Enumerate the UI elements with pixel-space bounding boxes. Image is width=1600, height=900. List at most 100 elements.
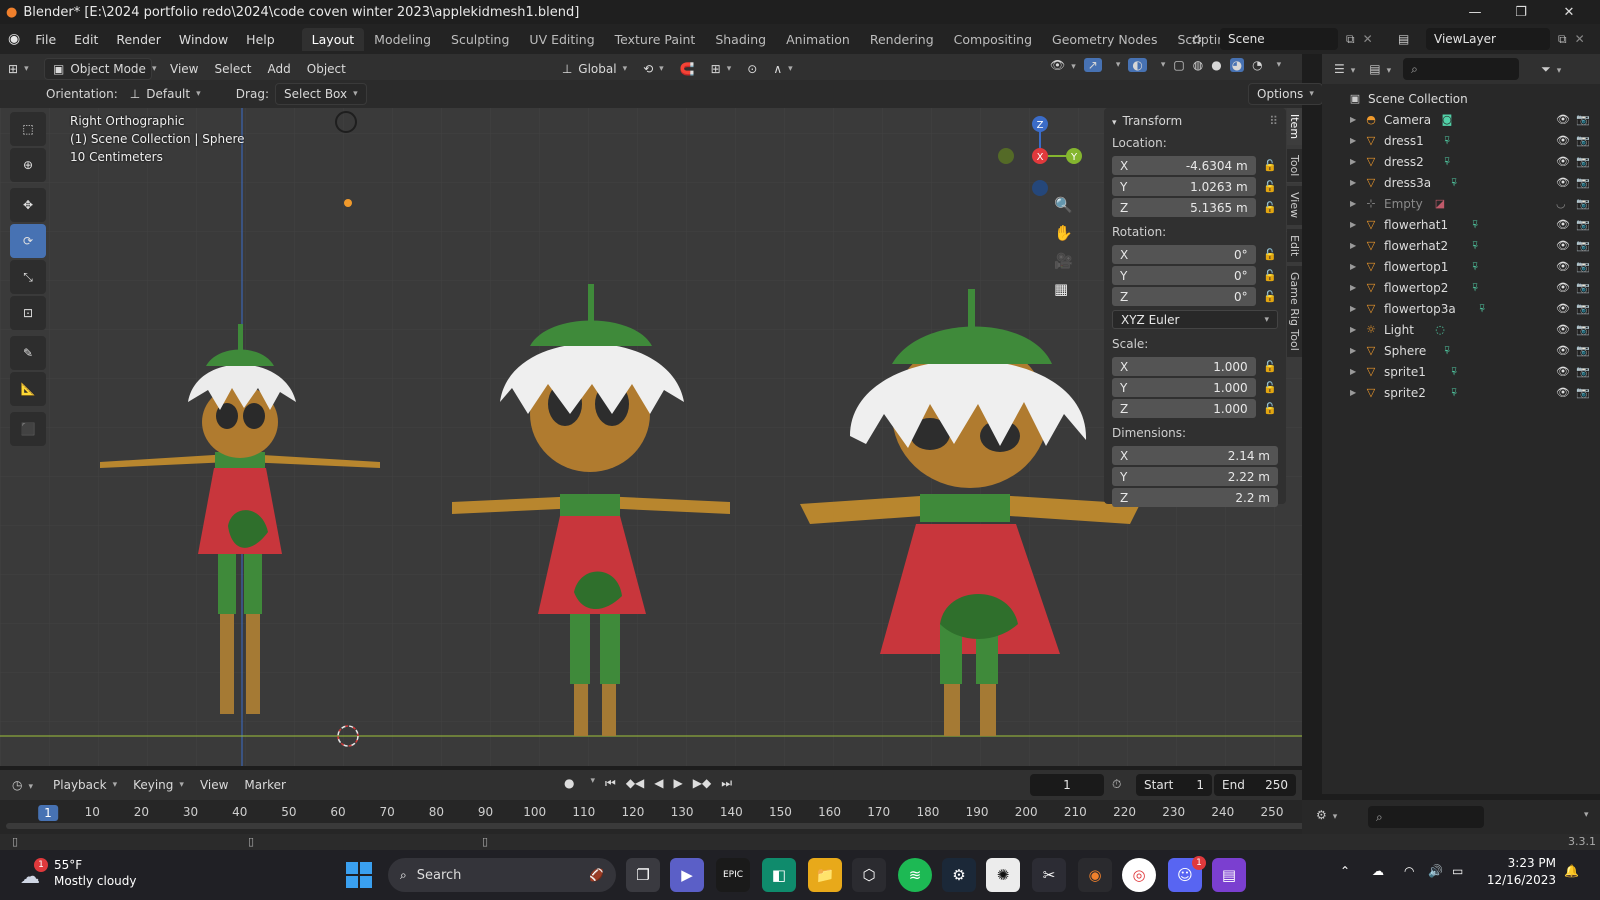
start-button[interactable] [346, 862, 372, 888]
system-tray-chevron-icon[interactable]: ⌃ [1340, 864, 1350, 878]
eye-icon[interactable]: ◡ [1556, 197, 1566, 210]
clipchamp-icon[interactable]: ▤ [1212, 858, 1246, 892]
lock-icon[interactable]: 🔓 [1262, 180, 1278, 193]
frame-tick-label[interactable]: 30 [183, 805, 198, 819]
notification-bell-icon[interactable]: 🔔 [1564, 864, 1579, 878]
menu-file[interactable]: File [26, 32, 65, 47]
outliner-row-flowertop3a[interactable]: ▶ ▽ flowertop3a ⍫ 👁 📷 [1322, 298, 1600, 319]
transform-tool-icon[interactable]: ⊡ [10, 296, 46, 330]
perspective-grid-icon[interactable]: ▦ [1054, 280, 1073, 298]
eye-icon[interactable]: 👁 [1556, 344, 1570, 357]
expand-toggle-icon[interactable]: ▶ [1350, 157, 1356, 166]
snap-toggle-icon[interactable]: 🧲 [672, 58, 703, 80]
tab-uv-editing[interactable]: UV Editing [519, 28, 604, 51]
frame-tick-label[interactable]: 50 [281, 805, 296, 819]
blender-taskbar-icon[interactable]: ◉ [1078, 858, 1112, 892]
spotify-icon[interactable]: ≋ [898, 858, 932, 892]
material-shading-icon[interactable]: ◕ [1229, 58, 1245, 72]
menu-marker[interactable]: Marker [236, 774, 293, 796]
eye-icon[interactable]: 👁 [1556, 323, 1570, 336]
frame-tick-label[interactable]: 200 [1015, 805, 1038, 819]
menu-keying[interactable]: Keying ▾ [125, 774, 192, 796]
scale-tool-icon[interactable]: ⤡ [10, 260, 46, 294]
render-camera-icon[interactable]: 📷 [1576, 218, 1590, 231]
lock-icon[interactable]: 🔓 [1262, 381, 1278, 394]
data-mesh-icon[interactable]: ⍫ [1440, 134, 1454, 148]
steam-icon[interactable]: ⚙ [942, 858, 976, 892]
add-cube-tool-icon[interactable]: ⬛ [10, 412, 46, 446]
menu-help[interactable]: Help [237, 32, 284, 47]
menu-window[interactable]: Window [170, 32, 237, 47]
playhead-frame-label[interactable]: 1 [38, 805, 58, 821]
render-camera-icon[interactable]: 📷 [1576, 155, 1590, 168]
tab-compositing[interactable]: Compositing [944, 28, 1042, 51]
outliner-row-sprite1[interactable]: ▶ ▽ sprite1 ⍫ 👁 📷 [1322, 361, 1600, 382]
pivot-point-icon[interactable]: ⟲ ▾ [635, 58, 672, 80]
frame-tick-label[interactable]: 160 [818, 805, 841, 819]
outliner-search-input[interactable]: ⌕ [1403, 58, 1520, 80]
menu-select[interactable]: Select [206, 58, 259, 80]
scene-collection-row[interactable]: ▣ Scene Collection [1322, 88, 1600, 109]
menu-timeline-view[interactable]: View [192, 774, 236, 796]
eye-icon[interactable]: 👁 [1556, 239, 1570, 252]
task-view-icon[interactable]: ❐ [626, 858, 660, 892]
battery-icon[interactable]: ▭ [1452, 864, 1463, 878]
maximize-button[interactable]: ❐ [1498, 0, 1544, 24]
minimize-button[interactable]: — [1452, 0, 1498, 24]
frame-tick-label[interactable]: 250 [1261, 805, 1284, 819]
location-z-field[interactable]: Z 5.1365 m [1112, 198, 1256, 217]
prev-keyframe-icon[interactable]: ◆◀ [626, 776, 644, 791]
next-keyframe-icon[interactable]: ▶◆ [693, 776, 711, 791]
view-layer-field[interactable]: ViewLayer [1426, 28, 1550, 50]
outliner-row-flowertop2[interactable]: ▶ ▽ flowertop2 ⍫ 👁 📷 [1322, 277, 1600, 298]
sidebar-tab-game-rig-tool[interactable]: Game Rig Tool [1287, 265, 1302, 357]
expand-toggle-icon[interactable]: ▶ [1350, 304, 1356, 313]
cursor-tool-icon[interactable]: ⊕ [10, 148, 46, 182]
data-mesh-icon[interactable]: ⍫ [1468, 218, 1482, 232]
render-camera-icon[interactable]: 📷 [1576, 197, 1590, 210]
tab-rendering[interactable]: Rendering [860, 28, 944, 51]
rotation-x-field[interactable]: X 0° [1112, 245, 1256, 264]
data-mesh-icon[interactable]: ⍫ [1468, 239, 1482, 253]
wireframe-shading-icon[interactable]: ◍ [1193, 58, 1203, 72]
options-dropdown[interactable]: Options ▾ [1248, 83, 1323, 105]
tab-layout[interactable]: Layout [301, 27, 365, 51]
light-origin[interactable] [344, 199, 352, 207]
sidebar-tab-edit[interactable]: Edit [1287, 228, 1302, 262]
frame-tick-label[interactable]: 120 [622, 805, 645, 819]
expand-toggle-icon[interactable]: ▶ [1350, 115, 1356, 124]
tab-geometry-nodes[interactable]: Geometry Nodes [1042, 28, 1167, 51]
record-dropdown-icon[interactable]: ▾ [590, 776, 595, 791]
frame-tick-label[interactable]: 240 [1211, 805, 1234, 819]
openai-icon[interactable]: ✺ [986, 858, 1020, 892]
dimension-x-field[interactable]: X 2.14 m [1112, 446, 1278, 465]
expand-toggle-icon[interactable]: ▶ [1350, 367, 1356, 376]
outliner-editor-type-icon[interactable]: ☰ ▾ [1334, 62, 1355, 76]
jump-start-icon[interactable]: ⏮ [605, 776, 616, 791]
properties-editor-icon[interactable]: ⚙ ▾ [1316, 808, 1337, 822]
expand-toggle-icon[interactable]: ▶ [1350, 346, 1356, 355]
annotate-tool-icon[interactable]: ✎ [10, 336, 46, 370]
render-camera-icon[interactable]: 📷 [1576, 386, 1590, 399]
clock[interactable]: 3:23 PM 12/16/2023 [1484, 856, 1556, 887]
scale-z-field[interactable]: Z 1.000 [1112, 399, 1256, 418]
menu-add[interactable]: Add [260, 58, 299, 80]
location-x-field[interactable]: X -4.6304 m [1112, 156, 1256, 175]
lock-icon[interactable]: 🔓 [1262, 201, 1278, 214]
expand-toggle-icon[interactable]: ▶ [1350, 136, 1356, 145]
data-mesh-icon[interactable]: ⍫ [1440, 344, 1454, 358]
lock-icon[interactable]: 🔓 [1262, 269, 1278, 282]
view-layer-icon[interactable]: ▤ [1398, 32, 1422, 46]
lock-icon[interactable]: 🔓 [1262, 402, 1278, 415]
data-light-icon[interactable]: ◌ [1433, 323, 1447, 337]
sidebar-tab-item[interactable]: Item [1287, 108, 1302, 146]
teams-icon[interactable]: ▶ [670, 858, 704, 892]
frame-tick-label[interactable]: 180 [916, 805, 939, 819]
frame-tick-label[interactable]: 90 [478, 805, 493, 819]
snap-target-icon[interactable]: ⊞ ▾ [703, 58, 740, 80]
outliner-row-light[interactable]: ▶ ☼ Light ◌ 👁 📷 [1322, 319, 1600, 340]
dimension-y-field[interactable]: Y 2.22 m [1112, 467, 1278, 486]
render-camera-icon[interactable]: 📷 [1576, 281, 1590, 294]
jump-end-icon[interactable]: ⏭ [721, 776, 732, 791]
outliner-row-flowerhat2[interactable]: ▶ ▽ flowerhat2 ⍫ 👁 📷 [1322, 235, 1600, 256]
